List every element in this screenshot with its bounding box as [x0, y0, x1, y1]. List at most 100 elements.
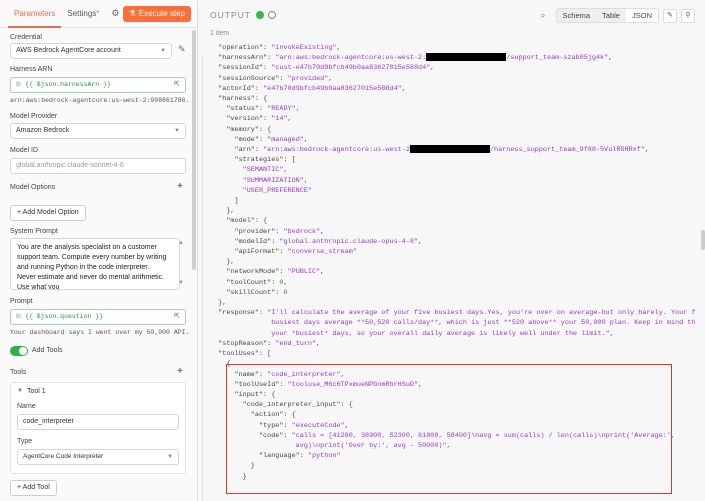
json-viewer: "operation": "invokeExisting", "harnessA… [210, 43, 695, 501]
json-line: "skillCount": 0 [226, 288, 288, 297]
add-tools-toggle[interactable] [10, 346, 28, 356]
success-check-icon [255, 11, 264, 19]
json-line: "mode": "managed", [234, 135, 308, 144]
json-line: "response": "I'll calculate the average … [210, 308, 695, 318]
json-line: "sessionSource": "provided", [218, 74, 333, 83]
model-provider-value: Amazon Bedrock [16, 127, 70, 134]
system-prompt-textarea[interactable]: You are the analysis specialist on a cus… [10, 238, 180, 290]
json-line: "SEMANTIC", [242, 166, 288, 175]
json-value-suffix: /support_team-szab05jg4k" [506, 54, 609, 63]
edit-pencil-icon[interactable]: ✎ [178, 44, 186, 55]
redaction-bar [409, 145, 490, 154]
expand-icon[interactable]: ⇱ [174, 78, 180, 92]
model-id-label: Model ID [10, 147, 39, 154]
tool-name-input[interactable]: code_interpreter [17, 414, 179, 430]
chevron-down-icon: ▼ [174, 128, 180, 134]
json-line: avg)\nprint('Over by:', avg - 50000)", [295, 441, 451, 450]
indent-guide [202, 55, 203, 501]
json-key: "networkMode" [226, 268, 280, 277]
json-value: { [291, 411, 296, 420]
json-key: "stopReason" [218, 339, 268, 348]
add-model-options-icon[interactable]: + [177, 181, 183, 192]
tools-label: Tools [10, 369, 27, 376]
json-line: "status": "READY", [226, 105, 300, 114]
json-key: "memory" [226, 125, 259, 134]
harness-arn-input[interactable]: fx{{ $json.harnessArn }} ⇱ [10, 77, 186, 93]
json-line: ] [210, 196, 695, 206]
tool-type-select[interactable]: AgentCore Code Interpreter ▼ [17, 449, 179, 465]
json-key: "toolCount" [226, 278, 272, 287]
tab-parameters[interactable]: Parameters [8, 0, 62, 28]
expand-icon[interactable]: ⇱ [174, 310, 180, 324]
json-value: 0 [283, 288, 288, 297]
info-icon[interactable] [267, 11, 276, 19]
tab-settings-label: Settings [67, 8, 97, 18]
execute-step-button[interactable]: ⚗ Execute step [122, 6, 191, 22]
json-line: "actorId": "e47b70d9bfcb49b0aa83627015e5… [218, 84, 406, 93]
json-line: } [210, 461, 695, 471]
json-key: "modelId" [234, 237, 272, 246]
json-line: "version": "14", [226, 115, 292, 124]
json-value: "python" [307, 452, 341, 461]
unsaved-marker: * [96, 8, 100, 18]
json-line: your *busiest* days, so your overall dai… [271, 329, 614, 338]
json-key: "version" [226, 115, 264, 124]
harness-arn-label: Harness ARN [10, 66, 53, 73]
json-key: "name" [234, 370, 259, 379]
view-tab-table[interactable]: Table [596, 9, 626, 22]
json-key: "code_interpreter_input" [242, 401, 341, 410]
json-line: "toolUseId": "tooluse_M6c6TPxmueNPGnmRbr… [234, 380, 423, 389]
json-value: { [263, 217, 268, 226]
pin-icon[interactable]: ⚲ [681, 8, 695, 23]
json-value: [ [267, 350, 272, 359]
json-line: "provider": "bedrock", [234, 227, 325, 236]
tool-type-value: AgentCore Code Interpreter [23, 453, 104, 460]
json-value: "arn:aws:bedrock-agentcore:us-west-2 [263, 146, 410, 155]
textarea-scroll-up-icon[interactable]: ▲ [178, 240, 184, 246]
json-line: "language": "python" [258, 452, 341, 461]
json-key: "strategies" [234, 156, 284, 165]
add-tool-button[interactable]: + Add Tool [10, 480, 57, 496]
json-value: "converse_stream" [287, 248, 357, 257]
add-tool-icon[interactable]: + [177, 366, 183, 377]
json-key: "harness" [218, 95, 255, 104]
json-key: "actorId" [218, 84, 255, 93]
left-scrollbar[interactable] [192, 30, 196, 270]
json-line: "model": { [226, 217, 268, 226]
panel-tabs: Parameters Settings* ⚙ ⚗ Execute step [0, 0, 197, 28]
json-line: }, [226, 207, 235, 216]
json-key: "status" [226, 105, 259, 114]
search-icon[interactable]: ⌕ [540, 10, 545, 21]
json-line: "toolCount": 0, [226, 278, 288, 287]
json-line: } [210, 472, 695, 482]
add-model-option-button[interactable]: + Add Model Option [10, 205, 86, 221]
prompt-input[interactable]: fx{{ $json.question }} ⇱ [10, 309, 186, 325]
chevron-down-icon[interactable]: ▼ [17, 388, 23, 394]
prompt-preview: Your dashboard says I went over my 50,00… [10, 329, 190, 336]
json-value: "e47b70d9bfcb49b0aa83627015e588d4" [263, 84, 402, 93]
edit-pencil-icon[interactable]: ✎ [663, 8, 677, 23]
json-key: "sessionId" [218, 64, 264, 73]
app-window: Parameters Settings* ⚙ ⚗ Execute step Cr… [0, 0, 705, 501]
json-value: "arn:aws:bedrock-agentcore:us-west-2: [275, 54, 427, 63]
json-value: your *busiest* days, so your overall dai… [271, 329, 610, 338]
json-value: "14" [271, 115, 288, 124]
json-value: "cust-e47b70d9bfcb49b0aa83627015e588d4" [271, 64, 431, 73]
json-key: "harnessArn" [218, 54, 268, 63]
json-line: "toolUses": [ [218, 350, 272, 359]
json-value: avg)\nprint('Over by:', avg - 50000)" [295, 441, 447, 450]
credential-value: AWS Bedrock AgentCore account [16, 47, 121, 54]
credential-select[interactable]: AWS Bedrock AgentCore account ▼ [10, 43, 172, 59]
gear-icon[interactable]: ⚙ [111, 8, 119, 19]
model-id-input[interactable]: global.anthropic.claude-sonnet-4-6 [10, 158, 186, 174]
textarea-scroll-down-icon[interactable]: ▼ [178, 280, 184, 286]
json-value: { [267, 125, 272, 134]
json-value: "I'll calculate the average of your five… [267, 309, 695, 318]
model-provider-select[interactable]: Amazon Bedrock ▼ [10, 123, 186, 139]
json-key: "operation" [218, 44, 264, 52]
right-scrollbar[interactable] [701, 230, 705, 250]
json-line: "strategies": [ [234, 156, 296, 165]
view-tab-schema[interactable]: Schema [557, 9, 597, 22]
tab-settings[interactable]: Settings* [61, 0, 105, 28]
view-tab-json[interactable]: JSON [625, 9, 658, 22]
